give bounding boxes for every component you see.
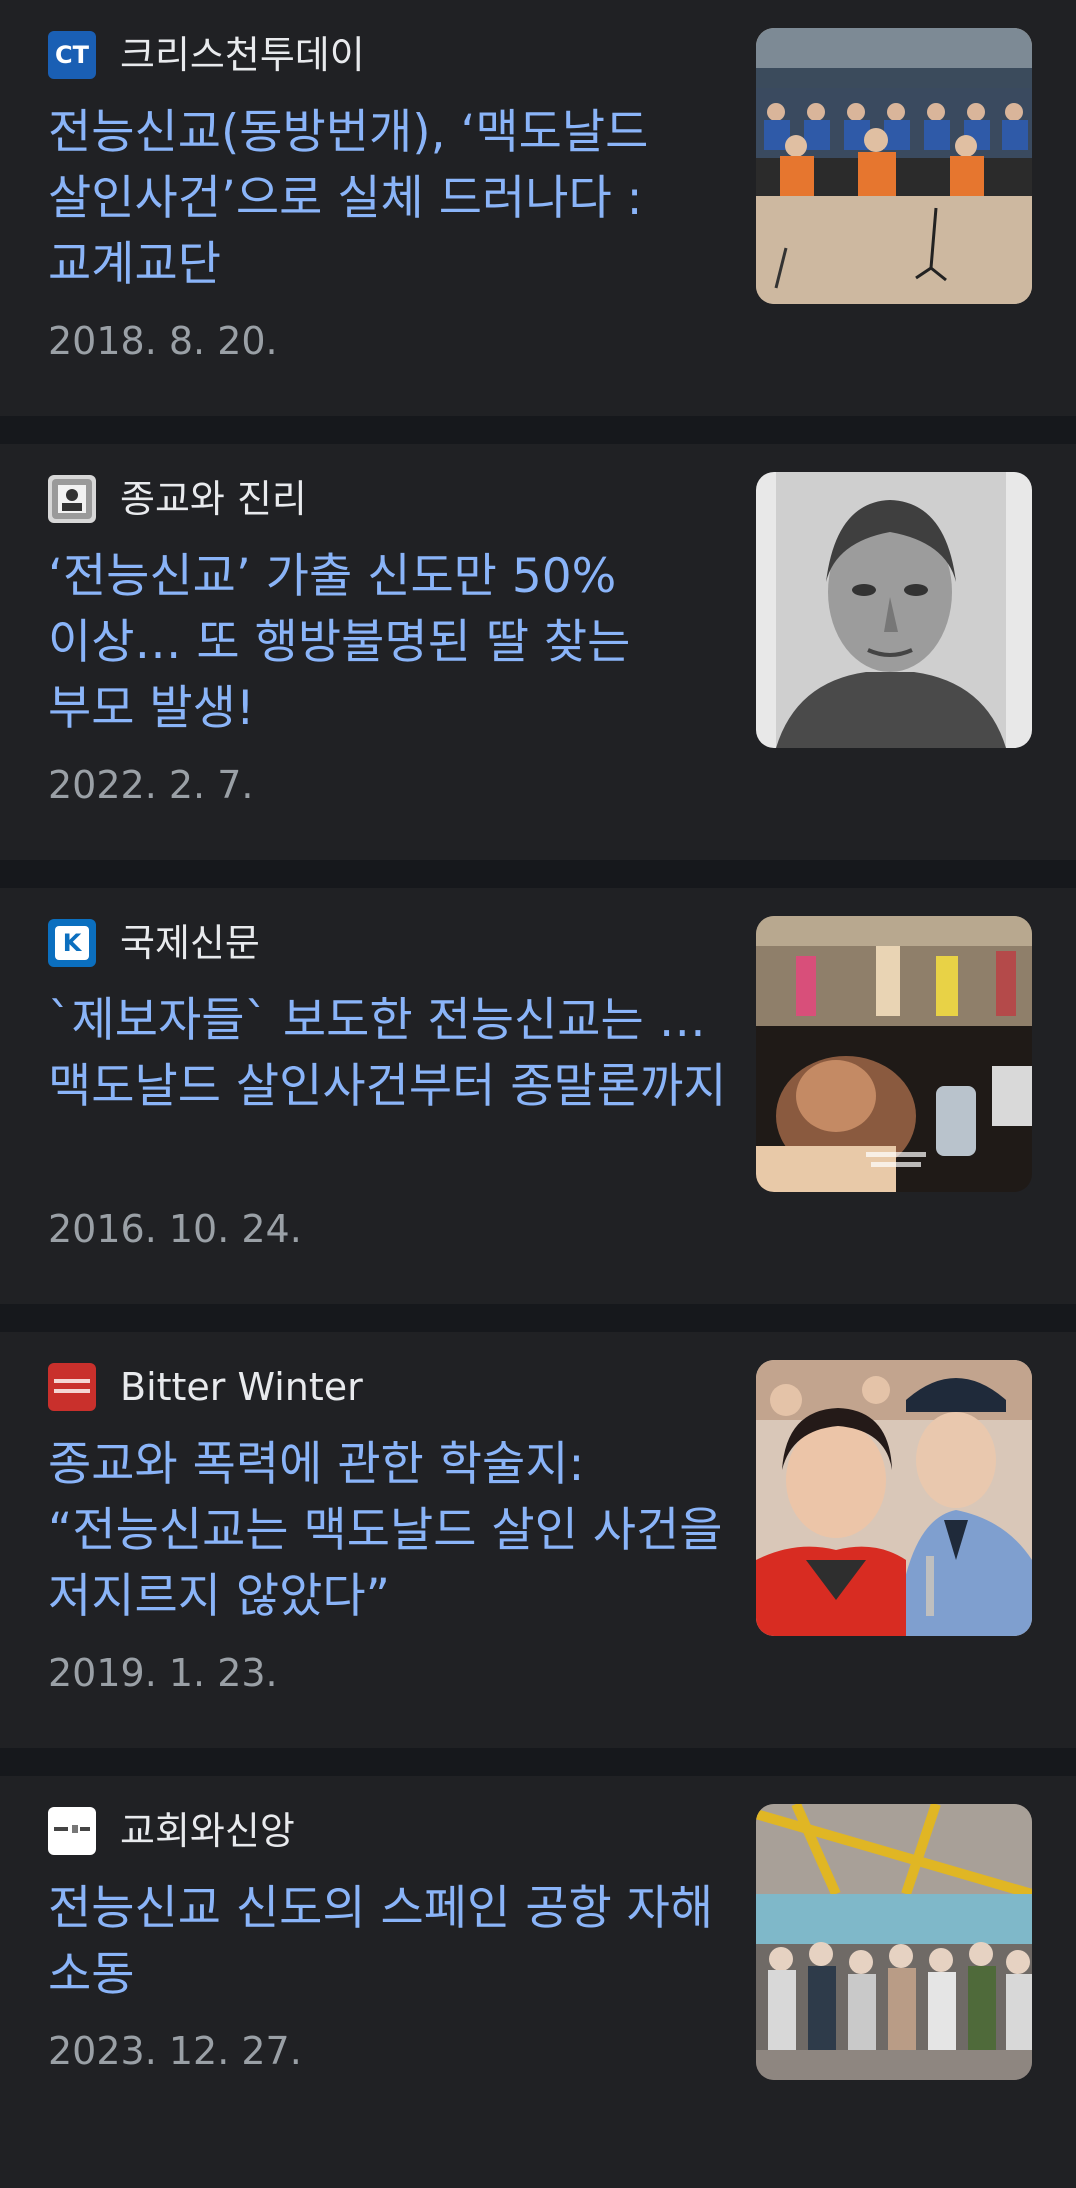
source-name: 크리스천투데이 [120, 33, 365, 77]
kookje-logo-icon: K [48, 919, 96, 967]
news-thumbnail[interactable] [756, 1360, 1032, 1636]
news-source: CT 크리스천투데이 [48, 30, 365, 80]
news-feed: CT 크리스천투데이 전능신교(동방번개), ‘맥도날드 살인사건’으로 실체 … [0, 0, 1076, 2188]
news-headline[interactable]: 전능신교 신도의 스페인 공항 자해 소동 [48, 1876, 728, 2008]
news-date: 2016. 10. 24. [48, 1207, 302, 1251]
news-headline[interactable]: ‘전능신교’ 가출 신도만 50% 이상… 또 행방불명된 딸 찾는 부모 발생… [48, 544, 728, 742]
news-thumbnail[interactable] [756, 472, 1032, 748]
news-card[interactable]: Bitter Winter 종교와 폭력에 관한 학술지: “전능신교는 맥도날… [0, 1332, 1076, 1748]
news-source: Bitter Winter [48, 1362, 363, 1412]
news-card[interactable]: 교회와신앙 전능신교 신도의 스페인 공항 자해 소동 2023. 12. 27… [0, 1776, 1076, 2188]
news-date: 2018. 8. 20. [48, 319, 278, 363]
news-headline[interactable]: `제보자들` 보도한 전능신교는 … 맥도날드 살인사건부터 종말론까지 [48, 988, 728, 1120]
christian-today-logo-icon: CT [48, 31, 96, 79]
source-name: 국제신문 [120, 921, 260, 965]
news-date: 2022. 2. 7. [48, 763, 254, 807]
religion-truth-logo-icon [48, 475, 96, 523]
courtroom-photo-icon [756, 28, 1032, 304]
news-source: 종교와 진리 [48, 474, 307, 524]
bitter-winter-logo-icon [48, 1363, 96, 1411]
source-name: Bitter Winter [120, 1365, 363, 1409]
tv-collage-photo-icon [756, 916, 1032, 1192]
news-card[interactable]: CT 크리스천투데이 전능신교(동방번개), ‘맥도날드 살인사건’으로 실체 … [0, 0, 1076, 416]
source-name: 교회와신앙 [120, 1809, 295, 1853]
news-card[interactable]: 종교와 진리 ‘전능신교’ 가출 신도만 50% 이상… 또 행방불명된 딸 찾… [0, 444, 1076, 860]
news-thumbnail[interactable] [756, 1804, 1032, 2080]
news-headline[interactable]: 종교와 폭력에 관한 학술지: “전능신교는 맥도날드 살인 사건을 저지르지 … [48, 1432, 728, 1630]
church-faith-logo-icon [48, 1807, 96, 1855]
news-headline[interactable]: 전능신교(동방번개), ‘맥도날드 살인사건’으로 실체 드러나다 : 교계교단 [48, 100, 728, 298]
portrait-photo-icon [756, 472, 1032, 748]
source-name: 종교와 진리 [120, 477, 307, 521]
news-thumbnail[interactable] [756, 28, 1032, 304]
news-source: K 국제신문 [48, 918, 260, 968]
news-date: 2019. 1. 23. [48, 1651, 278, 1695]
news-thumbnail[interactable] [756, 916, 1032, 1192]
trial-photo-icon [756, 1360, 1032, 1636]
news-date: 2023. 12. 27. [48, 2029, 302, 2073]
news-card[interactable]: K 국제신문 `제보자들` 보도한 전능신교는 … 맥도날드 살인사건부터 종말… [0, 888, 1076, 1304]
airport-photo-icon [756, 1804, 1032, 2080]
news-source: 교회와신앙 [48, 1806, 295, 1856]
